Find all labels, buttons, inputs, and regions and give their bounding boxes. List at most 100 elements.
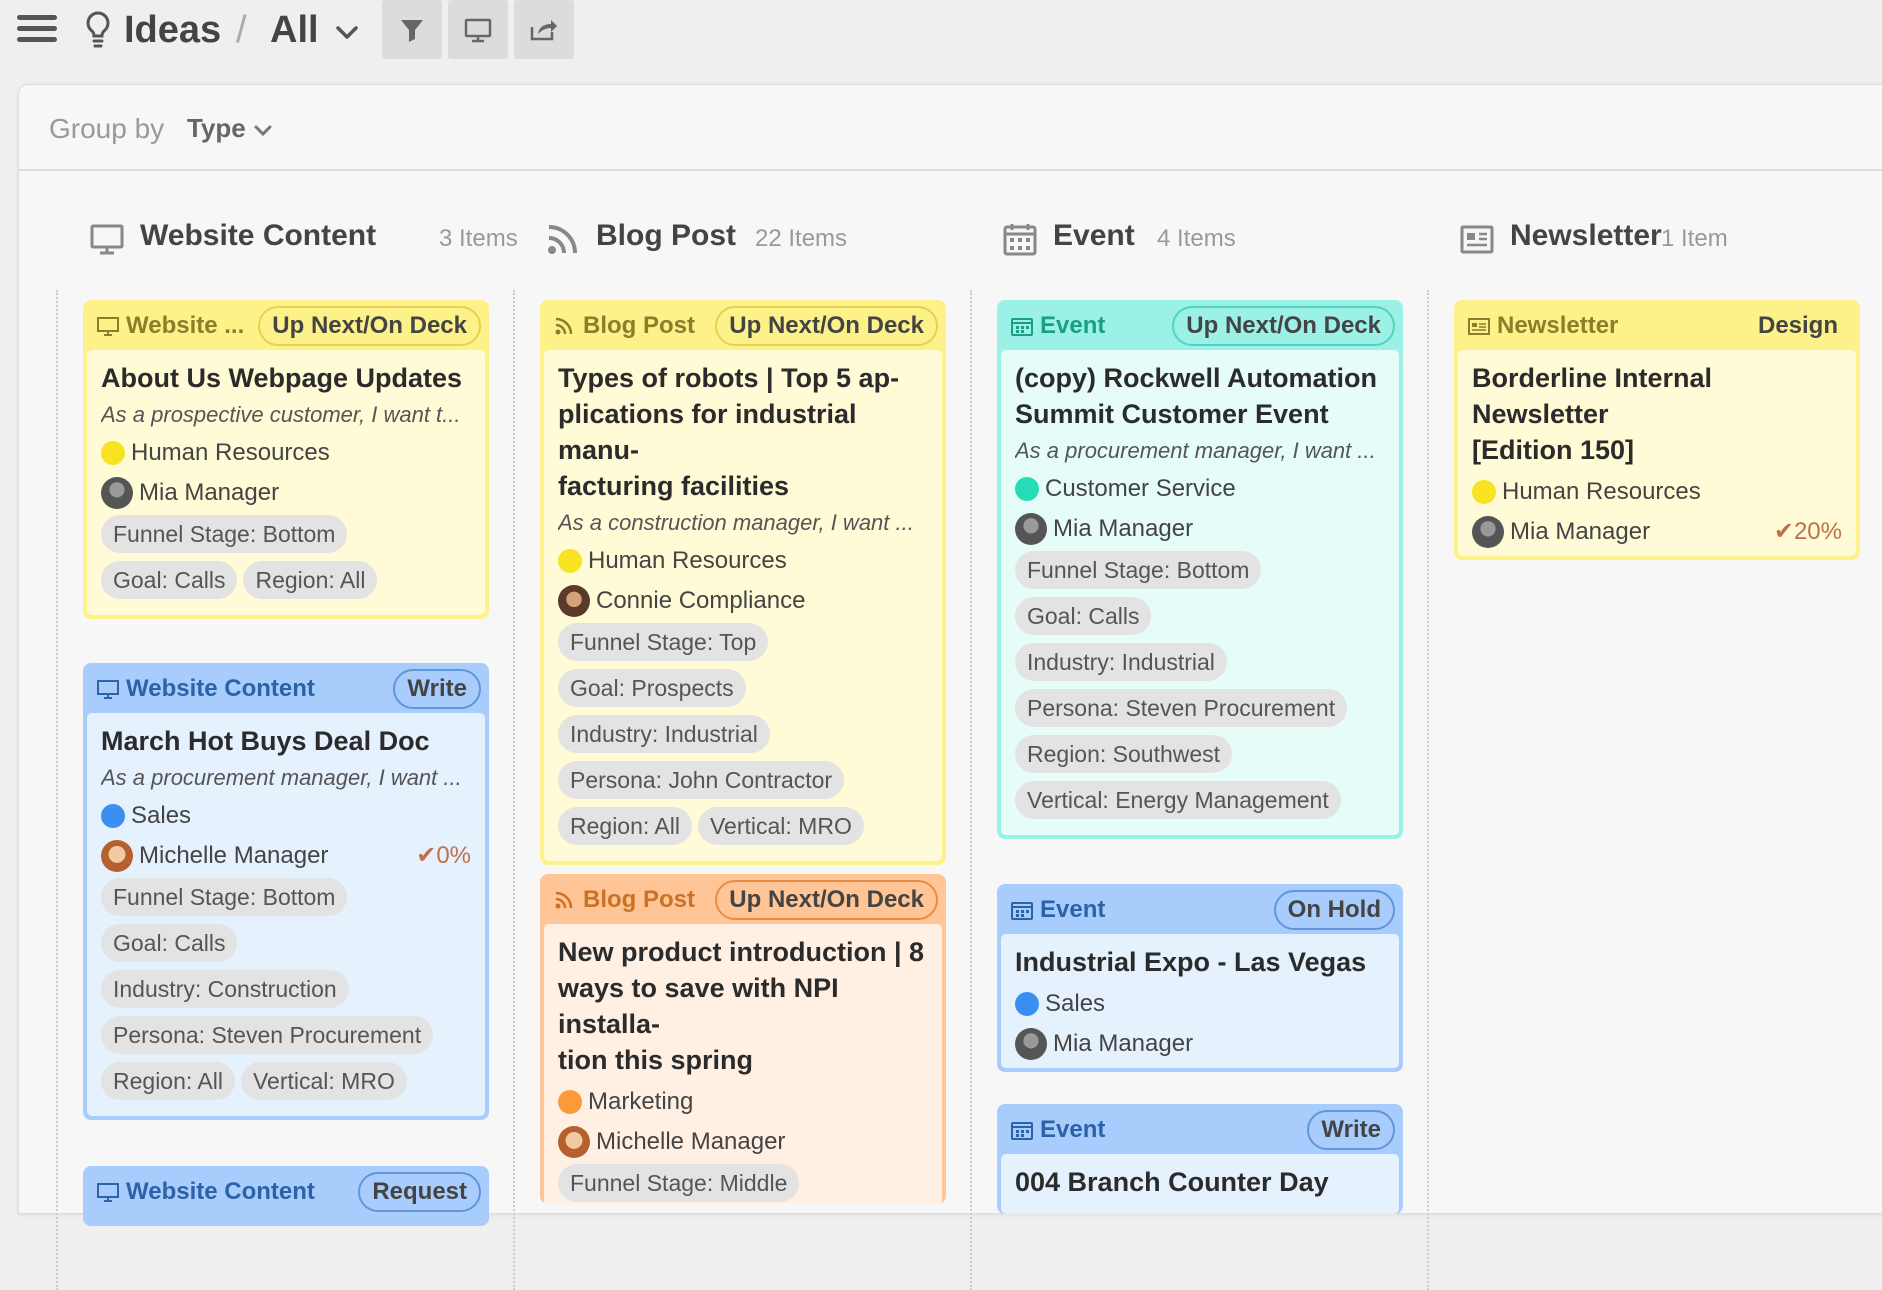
chevron-down-icon[interactable] xyxy=(253,123,273,139)
card-title-line: Summit Customer Event xyxy=(1015,399,1329,429)
tag: Region: All xyxy=(243,561,378,599)
owner-name: Michelle Manager xyxy=(596,1128,786,1155)
owner-name: Mia Manager xyxy=(1053,515,1194,542)
filter-icon xyxy=(401,19,423,42)
idea-card[interactable]: Website Content Write March Hot Buys Dea… xyxy=(83,663,489,1120)
column-divider xyxy=(1427,290,1429,1290)
avatar xyxy=(101,477,133,509)
calendar-icon xyxy=(1011,318,1033,336)
owner: Mia Manager xyxy=(1015,513,1385,545)
department: Sales xyxy=(101,800,471,832)
card-description: As a procurement manager, I want ... xyxy=(101,765,462,790)
tag: Funnel Stage: Bottom xyxy=(1015,551,1262,589)
card-body: 004 Branch Counter Day xyxy=(1001,1154,1399,1214)
status-badge[interactable]: Design xyxy=(1744,306,1852,346)
group-by-label: Group by xyxy=(49,113,165,144)
card-type: Website ... xyxy=(126,312,245,339)
card-description: As a prospective customer, I want t... xyxy=(101,402,461,427)
card-body: March Hot Buys Deal Doc As a procurement… xyxy=(87,713,485,1116)
avatar xyxy=(1472,516,1504,548)
owner: Michelle Manager xyxy=(558,1126,928,1158)
present-button[interactable] xyxy=(448,0,508,59)
card-body: New product introduction | 8 ways to save… xyxy=(544,924,942,1204)
owner: Mia Manager xyxy=(101,477,471,509)
status-badge[interactable]: Write xyxy=(393,669,481,709)
column-name: Event xyxy=(1053,219,1135,252)
owner: Connie Compliance xyxy=(558,585,928,617)
view-selector[interactable]: All xyxy=(270,4,319,56)
status-badge[interactable]: Up Next/On Deck xyxy=(258,306,481,346)
card-type: Event xyxy=(1040,896,1106,923)
menu-icon[interactable] xyxy=(17,15,57,47)
column-count: 1 Item xyxy=(1661,225,1728,252)
tag: Goal: Calls xyxy=(1015,597,1152,635)
newspaper-icon xyxy=(1468,318,1490,335)
status-badge[interactable]: Request xyxy=(358,1172,481,1212)
card-title: Borderline Internal Newsletter [Edition 1… xyxy=(1472,360,1842,468)
column-divider xyxy=(970,290,972,1290)
department-dot xyxy=(101,441,125,465)
card-body: (copy) Rockwell Automation Summit Custome… xyxy=(1001,350,1399,835)
tag: Funnel Stage: Top xyxy=(558,623,769,661)
top-bar: Ideas / All xyxy=(0,0,1882,62)
group-by-select[interactable]: Type xyxy=(187,113,246,144)
tag: Region: All xyxy=(101,1062,235,1100)
share-button[interactable] xyxy=(514,0,574,59)
owner-name: Mia Manager xyxy=(1510,518,1651,545)
card-header: Event Write xyxy=(997,1104,1403,1154)
card-title-line: plications for industrial manu- xyxy=(558,399,857,465)
status-badge[interactable]: On Hold xyxy=(1273,890,1395,930)
progress-indicator: ✔20% xyxy=(1773,518,1842,545)
card-title: Types of robots | Top 5 ap-plications fo… xyxy=(558,360,928,504)
filter-button[interactable] xyxy=(382,0,442,59)
tag: Persona: John Contractor xyxy=(558,761,845,799)
column-name: Newsletter xyxy=(1510,219,1662,252)
card-title-line: facturing facilities xyxy=(558,471,790,501)
status-badge[interactable]: Up Next/On Deck xyxy=(715,306,938,346)
card-title-line: ways to save with NPI installa- xyxy=(558,973,839,1039)
idea-card[interactable]: Event Up Next/On Deck (copy) Rockwell Au… xyxy=(997,300,1403,839)
progress-indicator: ✔0% xyxy=(416,842,471,869)
card-title: March Hot Buys Deal Doc xyxy=(101,726,430,756)
owner: Mia Manager ✔20% xyxy=(1472,516,1842,548)
breadcrumb-separator: / xyxy=(236,9,247,51)
department: Customer Service xyxy=(1015,473,1385,505)
chevron-down-icon[interactable] xyxy=(333,20,361,44)
rss-icon xyxy=(555,891,573,909)
card-header: Newsletter Design xyxy=(1454,300,1860,350)
card-body: Borderline Internal Newsletter [Edition 1… xyxy=(1458,350,1856,556)
status-badge[interactable]: Up Next/On Deck xyxy=(1172,306,1395,346)
card-description: As a procurement manager, I want ... xyxy=(1015,438,1376,463)
card-title-line: tion this spring xyxy=(558,1045,753,1075)
idea-card[interactable]: Newsletter Design Borderline Internal Ne… xyxy=(1454,300,1860,560)
tag: Vertical: MRO xyxy=(697,807,864,845)
tag: Goal: Calls xyxy=(101,561,238,599)
calendar-icon xyxy=(1003,224,1037,256)
page-title: Ideas xyxy=(124,9,222,51)
department-name: Sales xyxy=(1045,990,1106,1017)
tag: Vertical: MRO xyxy=(240,1062,407,1100)
owner: Michelle Manager ✔0% xyxy=(101,840,471,872)
department: Marketing xyxy=(558,1086,928,1118)
idea-card[interactable]: Event Write 004 Branch Counter Day xyxy=(997,1104,1403,1214)
rss-icon xyxy=(555,317,573,335)
card-title: New product introduction | 8 ways to save… xyxy=(558,934,928,1078)
status-badge[interactable]: Write xyxy=(1307,1110,1395,1150)
card-header: Event Up Next/On Deck xyxy=(997,300,1403,350)
idea-card[interactable]: Blog Post Up Next/On Deck New product in… xyxy=(540,874,946,1204)
calendar-icon xyxy=(1011,1122,1033,1140)
idea-card[interactable]: Website Content Request xyxy=(83,1166,489,1226)
column-name: Website Content xyxy=(140,219,377,252)
idea-card[interactable]: Event On Hold Industrial Expo - Las Vega… xyxy=(997,884,1403,1072)
tag-list: Funnel Stage: Middle xyxy=(558,1164,928,1204)
card-title: Industrial Expo - Las Vegas xyxy=(1015,947,1367,977)
progress-value: 20% xyxy=(1793,518,1842,545)
status-badge[interactable]: Up Next/On Deck xyxy=(715,880,938,920)
idea-card[interactable]: Website ... Up Next/On Deck About Us Web… xyxy=(83,300,489,619)
card-title-line: (copy) Rockwell Automation xyxy=(1015,363,1378,393)
avatar xyxy=(1015,1028,1047,1060)
tag: Persona: Steven Procurement xyxy=(101,1016,434,1054)
department-name: Human Resources xyxy=(588,547,787,574)
progress-value: 0% xyxy=(436,842,471,869)
idea-card[interactable]: Blog Post Up Next/On Deck Types of robot… xyxy=(540,300,946,865)
